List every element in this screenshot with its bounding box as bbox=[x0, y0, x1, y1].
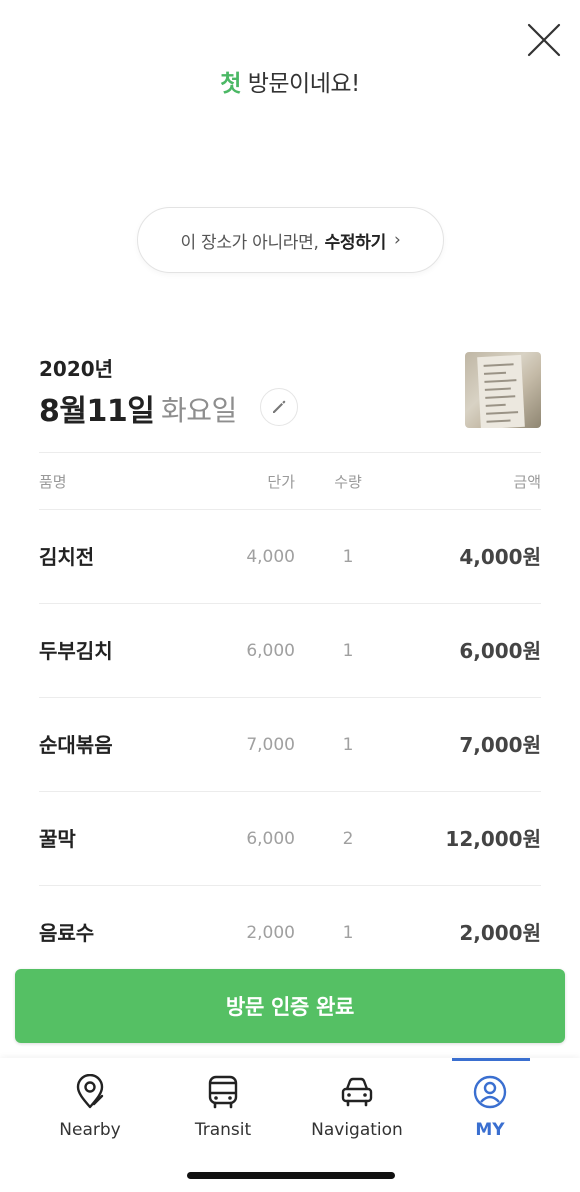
tab-nearby[interactable]: Nearby bbox=[20, 1058, 160, 1158]
chevron-right-icon: › bbox=[393, 230, 401, 250]
receipt-paper bbox=[477, 354, 525, 428]
item-amount: 7,000원 bbox=[459, 733, 541, 757]
table-row: 음료수 2,000 1 2,000원 bbox=[0, 886, 580, 980]
page-title: 첫 방문이네요! bbox=[0, 64, 580, 98]
table-row: 두부김치 6,000 1 6,000원 bbox=[0, 604, 580, 698]
location-prompt: 이 장소가 아니라면, bbox=[180, 232, 319, 253]
table-row: 순대볶음 7,000 1 7,000원 bbox=[0, 698, 580, 792]
item-qty: 1 bbox=[342, 641, 354, 661]
item-amount: 6,000원 bbox=[459, 639, 541, 663]
receipt-thumbnail[interactable] bbox=[465, 352, 541, 428]
headline-text: 방문이네요! bbox=[247, 71, 361, 97]
item-price: 6,000 bbox=[246, 829, 295, 849]
edit-location-button[interactable]: 이 장소가 아니라면, 수정하기 › bbox=[137, 207, 444, 273]
close-icon bbox=[527, 23, 561, 57]
item-name: 음료수 bbox=[39, 921, 95, 945]
item-qty: 1 bbox=[342, 547, 354, 567]
home-indicator bbox=[187, 1172, 395, 1179]
location-edit-label: 수정하기 bbox=[324, 232, 387, 253]
tab-my[interactable]: MY bbox=[420, 1058, 560, 1158]
user-circle-icon bbox=[473, 1075, 507, 1109]
column-header-name: 품명 bbox=[39, 473, 67, 491]
table-row: 김치전 4,000 1 4,000원 bbox=[0, 510, 580, 604]
item-qty: 2 bbox=[342, 829, 354, 849]
item-amount: 4,000원 bbox=[459, 545, 541, 569]
tab-label-transit: Transit bbox=[194, 1120, 252, 1140]
item-price: 7,000 bbox=[246, 735, 295, 755]
confirm-visit-button[interactable]: 방문 인증 완료 bbox=[15, 969, 565, 1043]
close-button[interactable] bbox=[524, 20, 564, 60]
table-row: 꿀막 6,000 2 12,000원 bbox=[0, 792, 580, 886]
tab-navigation[interactable]: Navigation bbox=[287, 1058, 427, 1158]
tab-label-navigation: Navigation bbox=[311, 1120, 403, 1140]
column-header-qty: 수량 bbox=[334, 473, 362, 491]
visit-weekday: 화요일 bbox=[161, 394, 237, 427]
column-header-amount: 금액 bbox=[513, 473, 541, 491]
item-name: 두부김치 bbox=[39, 639, 113, 663]
item-qty: 1 bbox=[342, 735, 354, 755]
item-name: 김치전 bbox=[39, 545, 95, 569]
item-name: 순대볶음 bbox=[39, 733, 113, 757]
map-pin-icon bbox=[76, 1074, 104, 1109]
pencil-icon bbox=[273, 400, 286, 413]
visit-year: 2020년 bbox=[39, 357, 114, 381]
visit-receipt-screen: 첫 방문이네요! 이 장소가 아니라면, 수정하기 › 2020년 8월11일 … bbox=[0, 0, 580, 1192]
item-qty: 1 bbox=[342, 923, 354, 943]
item-amount: 2,000원 bbox=[459, 921, 541, 945]
car-icon bbox=[341, 1077, 373, 1107]
tab-label-nearby: Nearby bbox=[59, 1120, 121, 1140]
item-price: 4,000 bbox=[246, 547, 295, 567]
tab-transit[interactable]: Transit bbox=[153, 1058, 293, 1158]
divider bbox=[39, 452, 541, 453]
bus-icon bbox=[208, 1075, 238, 1109]
headline-accent: 첫 bbox=[220, 71, 241, 97]
tab-label-my: MY bbox=[475, 1120, 505, 1140]
item-name: 꿀막 bbox=[39, 827, 76, 851]
visit-day: 8월11일 bbox=[39, 394, 155, 429]
item-amount: 12,000원 bbox=[445, 827, 541, 851]
column-header-price: 단가 bbox=[267, 473, 295, 491]
item-price: 6,000 bbox=[246, 641, 295, 661]
item-price: 2,000 bbox=[246, 923, 295, 943]
edit-date-button[interactable] bbox=[260, 388, 298, 426]
